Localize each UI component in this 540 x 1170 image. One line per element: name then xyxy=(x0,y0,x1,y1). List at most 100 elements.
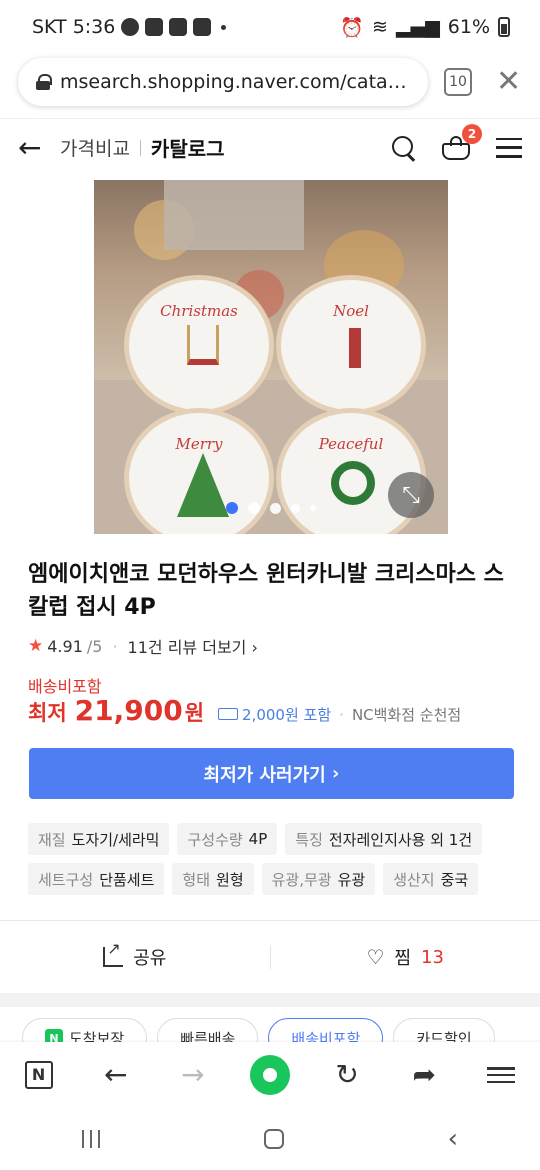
breadcrumb-price-compare[interactable]: 가격비교 xyxy=(60,134,130,161)
page-title: 카탈로그 xyxy=(150,137,225,161)
price-row: 최저 21,900 원 2,000원 포함 · NC백화점 순천점 xyxy=(28,694,461,727)
nutcracker-illustration xyxy=(349,328,361,368)
chevron-right-icon: › xyxy=(332,763,340,784)
rating-value: 4.91 xyxy=(47,636,83,656)
expand-icon[interactable]: ⤡ xyxy=(388,472,434,518)
cart-icon[interactable]: 2 xyxy=(442,123,482,160)
spec-value: 단품세트 xyxy=(99,870,155,889)
buy-lowest-price-button[interactable]: 최저가 사러가기 › xyxy=(29,748,514,799)
battery-level: 61% xyxy=(447,16,490,38)
plate-christmas: Christmas xyxy=(124,275,274,415)
price-unit: 원 xyxy=(184,701,205,725)
browser-address-row: msearch.shopping.naver.com/catalog... 10… xyxy=(0,54,540,110)
price-label: 최저 xyxy=(28,701,67,725)
blurred-region xyxy=(164,180,304,250)
spec-chips: 재질 도자기/세라믹 구성수량 4P 특징 전자레인지사용 외 1건 세트구성 단품세트… xyxy=(28,823,518,895)
more-notifications-icon xyxy=(221,24,227,30)
app-notification-icon xyxy=(145,18,164,36)
tab-count-button[interactable]: 10 xyxy=(444,68,472,96)
section-divider xyxy=(0,920,540,921)
carrier-time: SKT 5:36 xyxy=(32,16,116,38)
star-icon: ★ xyxy=(28,636,44,656)
carousel-dot[interactable] xyxy=(270,502,281,514)
spec-chip: 세트구성 단품세트 xyxy=(28,863,165,895)
carousel-dot[interactable] xyxy=(291,503,300,513)
plate-word: Merry xyxy=(175,435,223,453)
shipping-fee-text: 2,000원 포함 xyxy=(242,705,332,724)
price-value: 21,900 xyxy=(74,694,183,727)
naver-n-icon: N xyxy=(24,1061,53,1089)
back-arrow-icon[interactable]: ← xyxy=(96,1061,136,1089)
share-arrow-icon[interactable]: ➦ xyxy=(404,1061,444,1089)
wish-count: 13 xyxy=(421,946,444,968)
youtube-notification-icon xyxy=(193,18,212,36)
alarm-icon: ⏰ xyxy=(340,16,364,39)
spec-key: 생산지 xyxy=(393,870,435,889)
wish-button[interactable]: ♡ 찜 13 xyxy=(271,944,540,970)
rating-row: ★ 4.91 /5 · 11건 리뷰 더보기 › xyxy=(28,634,258,658)
wifi-icon: ≋ xyxy=(372,16,388,38)
spec-chip: 구성수량 4P xyxy=(177,823,278,855)
carousel-illustration xyxy=(187,325,219,365)
store-name: NC백화점 순천점 xyxy=(351,706,462,724)
spec-value: 원형 xyxy=(216,870,244,889)
url-bar[interactable]: msearch.shopping.naver.com/catalog... xyxy=(18,58,428,106)
naver-home-button[interactable]: N xyxy=(19,1061,59,1089)
share-button[interactable]: 공유 xyxy=(0,939,270,970)
search-icon[interactable] xyxy=(392,135,416,160)
system-back-icon[interactable]: ‹ xyxy=(448,1124,458,1154)
review-more-link[interactable]: 11건 리뷰 더보기 › xyxy=(128,634,258,658)
green-dot-icon xyxy=(249,1055,290,1095)
plate-word: Noel xyxy=(333,302,369,320)
spec-key: 구성수량 xyxy=(187,830,243,849)
spec-chip: 특징 전자레인지사용 외 1건 xyxy=(285,823,483,855)
spec-key: 유광,무광 xyxy=(271,870,332,889)
spec-value: 도자기/세라믹 xyxy=(71,830,160,849)
breadcrumb-separator xyxy=(139,139,141,156)
signal-icon: ▂▄▆ xyxy=(395,16,440,38)
system-navigation: ‹ xyxy=(0,1108,540,1170)
home-notification-icon xyxy=(169,18,188,36)
back-arrow-icon[interactable]: ← xyxy=(18,131,48,164)
forward-arrow-icon[interactable]: → xyxy=(173,1061,213,1089)
browser-toolbar: N ← → ↻ ➦ xyxy=(0,1042,540,1108)
spec-value: 4P xyxy=(248,830,268,848)
carousel-dot[interactable] xyxy=(310,505,316,511)
close-icon[interactable]: ✕ xyxy=(496,67,521,97)
share-icon xyxy=(103,939,124,967)
menu-icon[interactable] xyxy=(496,137,522,158)
browser-menu-icon[interactable] xyxy=(481,1067,521,1083)
carousel-dot[interactable] xyxy=(248,502,260,514)
spec-chip: 생산지 중국 xyxy=(383,863,479,895)
spec-key: 재질 xyxy=(38,830,66,849)
action-row: 공유 ♡ 찜 13 xyxy=(0,922,540,992)
cart-body-shape xyxy=(442,142,470,160)
carousel-dot[interactable] xyxy=(226,502,238,514)
app-header: ← 가격비교 카탈로그 2 xyxy=(0,118,540,176)
spec-chip: 재질 도자기/세라믹 xyxy=(28,823,170,855)
spec-chip: 형태 원형 xyxy=(172,863,254,895)
green-dot-button[interactable] xyxy=(249,1055,290,1095)
lock-icon xyxy=(36,74,52,90)
chat-notification-icon xyxy=(121,18,140,36)
home-icon[interactable] xyxy=(263,1129,284,1149)
wish-label: 찜 xyxy=(394,948,412,969)
plate-merry: Merry xyxy=(124,408,274,534)
store-separator: · xyxy=(339,706,344,724)
product-image-carousel[interactable]: Christmas Noel Merry Peaceful ⤡ xyxy=(94,180,448,534)
rating-separator: · xyxy=(112,636,118,656)
refresh-icon[interactable]: ↻ xyxy=(327,1061,367,1089)
truck-icon xyxy=(218,708,239,720)
buy-button-label: 최저가 사러가기 xyxy=(203,764,326,786)
spec-value: 유광 xyxy=(337,870,366,889)
plate-word: Peaceful xyxy=(318,435,384,453)
plate-noel: Noel xyxy=(276,275,426,415)
wreath-illustration xyxy=(331,461,375,505)
battery-icon xyxy=(498,17,510,37)
chevron-right-icon: › xyxy=(251,638,258,657)
spec-value: 전자레인지사용 외 1건 xyxy=(328,830,473,849)
section-gap xyxy=(0,993,540,1007)
heart-icon: ♡ xyxy=(366,945,385,969)
recent-apps-icon[interactable] xyxy=(81,1130,100,1148)
review-more-label: 11건 리뷰 더보기 xyxy=(127,638,247,657)
